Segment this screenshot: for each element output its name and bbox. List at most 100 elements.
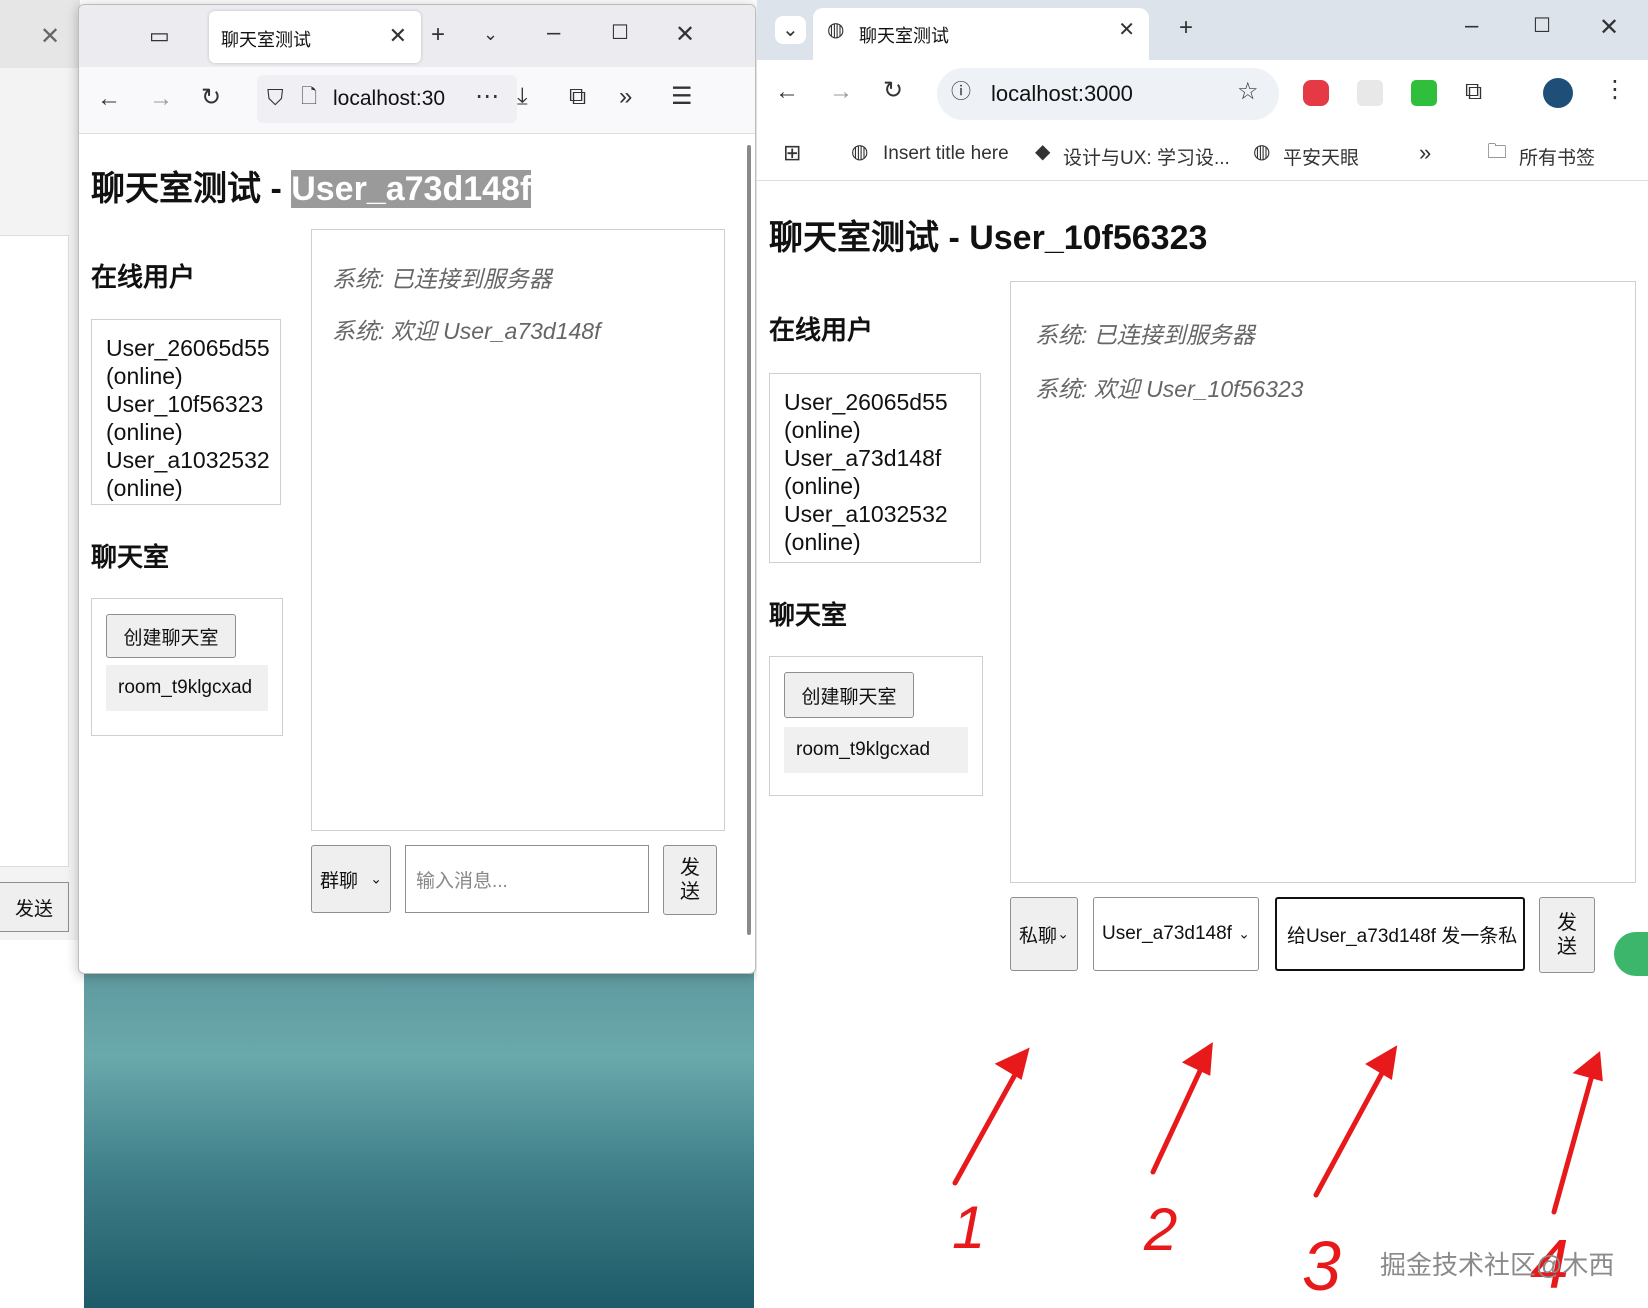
tab-manager-icon[interactable]: ▭ [149, 25, 170, 47]
reload-icon[interactable]: ↻ [201, 86, 221, 110]
chevron-down-icon: ⌄ [1057, 925, 1069, 942]
list-item: User_a1032532 [106, 447, 270, 473]
shield-icon[interactable]: ⛉ [267, 87, 284, 109]
tab-chatroom[interactable]: ◍ 聊天室测试 ✕ [813, 8, 1149, 60]
page-title: 聊天室测试 - User_10f56323 [769, 219, 1208, 257]
chat-mode-select[interactable]: 群聊 ⌄ [311, 845, 391, 913]
globe-icon: ◍ [1253, 141, 1271, 163]
rooms-title: 聊天室 [769, 600, 848, 630]
forward-icon[interactable]: → [149, 87, 173, 111]
list-item: (online) [106, 419, 183, 445]
back-icon[interactable]: ← [97, 87, 121, 111]
target-user-value: User_a73d148f [1102, 923, 1232, 944]
reload-icon[interactable]: ↻ [883, 79, 903, 103]
tab-close-icon[interactable]: ✕ [1118, 20, 1135, 40]
background-send-button[interactable]: 发送 [0, 882, 69, 932]
tab-close-icon[interactable]: ✕ [389, 23, 407, 49]
create-room-button[interactable]: 创建聊天室 [106, 614, 236, 658]
tab-chatroom[interactable]: 聊天室测试 ✕ [209, 11, 421, 63]
page-title: 聊天室测试 - User_a73d148f [91, 161, 532, 210]
message-input[interactable]: 输入消息... [405, 845, 649, 913]
extension-red-icon[interactable] [1303, 80, 1329, 106]
title-username: User_a73d148f [291, 170, 532, 208]
overflow-icon[interactable]: » [1419, 142, 1431, 164]
firefox-window: ▭ 聊天室测试 ✕ + ⌄ – ☐ ✕ ← → ↻ ⛉ 🗋 localhost:… [78, 4, 756, 974]
rooms-title: 聊天室 [91, 542, 170, 572]
url-bar[interactable]: ⛉ 🗋 localhost:30 ⋯ [257, 75, 517, 123]
more-icon[interactable]: ⋯ [475, 85, 499, 109]
minimize-icon[interactable]: – [547, 21, 560, 45]
scrollbar[interactable] [747, 145, 751, 935]
list-item: (online) [106, 363, 183, 389]
omnibox[interactable]: ⓘ localhost:3000 ☆ [937, 68, 1279, 120]
info-icon[interactable]: ⓘ [951, 82, 971, 102]
online-users-list: User_26065d55 (online) User_10f56323 (on… [91, 319, 281, 505]
background-window: ✕ 发送 [0, 0, 80, 940]
list-item: User_26065d55 [106, 335, 270, 361]
desktop-wallpaper [84, 972, 754, 1308]
watermark: 掘金技术社区@木西 [1380, 1250, 1615, 1280]
download-icon[interactable]: ⤓ [517, 85, 528, 109]
forward-icon[interactable]: → [829, 80, 853, 104]
firefox-tabbar: ▭ 聊天室测试 ✕ + ⌄ – ☐ ✕ [79, 5, 755, 67]
chrome-page: 聊天室测试 - User_10f56323 在线用户 User_26065d55… [757, 180, 1648, 1308]
chevron-down-icon: ⌄ [1238, 925, 1250, 942]
target-user-select[interactable]: User_a73d148f ⌄ [1093, 897, 1259, 971]
system-message: 系统: 欢迎 User_a73d148f [332, 318, 601, 344]
all-bookmarks[interactable]: 所有书签 [1519, 143, 1595, 170]
online-users-title: 在线用户 [91, 262, 196, 292]
page-icon: 🗋 [301, 86, 318, 108]
globe-icon: ◍ [851, 141, 869, 163]
list-item: User_a1032532 [784, 501, 948, 527]
overflow-icon[interactable]: » [619, 85, 632, 109]
send-label-line2: 送 [680, 881, 700, 903]
bookmark-item[interactable]: Insert title here [883, 143, 1009, 165]
puzzle-icon[interactable]: ⧉ [1465, 80, 1482, 104]
minimize-icon[interactable]: – [1465, 14, 1478, 38]
chevron-down-icon[interactable]: ⌄ [483, 25, 498, 43]
url-text[interactable]: localhost:30 [333, 87, 445, 111]
new-tab-icon[interactable]: + [431, 23, 445, 47]
system-message: 系统: 已连接到服务器 [332, 266, 552, 292]
url-text[interactable]: localhost:3000 [991, 81, 1133, 107]
extensions-icon[interactable]: ⧉ [569, 85, 586, 109]
send-button[interactable]: 发 送 [663, 845, 717, 915]
close-window-icon[interactable]: ✕ [1599, 16, 1619, 40]
create-room-button[interactable]: 创建聊天室 [784, 672, 914, 718]
list-item: (online) [784, 529, 861, 555]
extension-green-icon[interactable] [1411, 80, 1437, 106]
extension-gray-icon[interactable] [1357, 80, 1383, 106]
back-icon[interactable]: ← [775, 80, 799, 104]
close-icon[interactable]: ✕ [40, 22, 60, 51]
chrome-tabbar: ⌄ ◍ 聊天室测试 ✕ + – ☐ ✕ [757, 0, 1648, 60]
bookmark-item[interactable]: 设计与UX: 学习设... [1063, 143, 1230, 170]
maximize-icon[interactable]: ☐ [1533, 16, 1551, 36]
tab-search-icon[interactable]: ⌄ [775, 16, 806, 44]
close-window-icon[interactable]: ✕ [675, 23, 695, 47]
firefox-page: 聊天室测试 - User_a73d148f 在线用户 User_26065d55… [79, 133, 755, 973]
bookmark-favicon-icon: ◆ [1035, 141, 1051, 163]
list-item: User_a73d148f [784, 445, 942, 471]
background-pane [0, 235, 69, 867]
message-input[interactable]: 给User_a73d148f 发一条私 [1275, 897, 1525, 971]
list-item: (online) [106, 475, 183, 501]
bookmark-item[interactable]: 平安天眼 [1283, 143, 1359, 170]
new-tab-icon[interactable]: + [1179, 16, 1193, 40]
list-item: User_26065d55 [784, 389, 948, 415]
room-item[interactable]: room_t9klgcxad [106, 665, 268, 711]
chat-mode-select[interactable]: 私聊 ⌄ [1010, 897, 1078, 971]
maximize-icon[interactable]: ☐ [611, 23, 629, 43]
chrome-navbar: ← → ↻ ⓘ localhost:3000 ☆ ⧉ ⋮ [757, 60, 1648, 130]
menu-icon[interactable]: ☰ [671, 85, 693, 109]
kebab-menu-icon[interactable]: ⋮ [1603, 78, 1627, 102]
send-label-line1: 发 [1557, 912, 1577, 934]
star-icon[interactable]: ☆ [1237, 80, 1259, 104]
message-panel: 系统: 已连接到服务器 系统: 欢迎 User_a73d148f [311, 229, 725, 831]
chat-mode-value: 群聊 [320, 870, 359, 892]
room-item[interactable]: room_t9klgcxad [784, 727, 968, 773]
apps-grid-icon[interactable]: ⊞ [783, 142, 801, 164]
chevron-down-icon: ⌄ [370, 870, 382, 887]
system-message: 系统: 欢迎 User_10f56323 [1035, 376, 1304, 402]
avatar[interactable] [1543, 78, 1573, 108]
send-button[interactable]: 发 送 [1539, 897, 1595, 973]
